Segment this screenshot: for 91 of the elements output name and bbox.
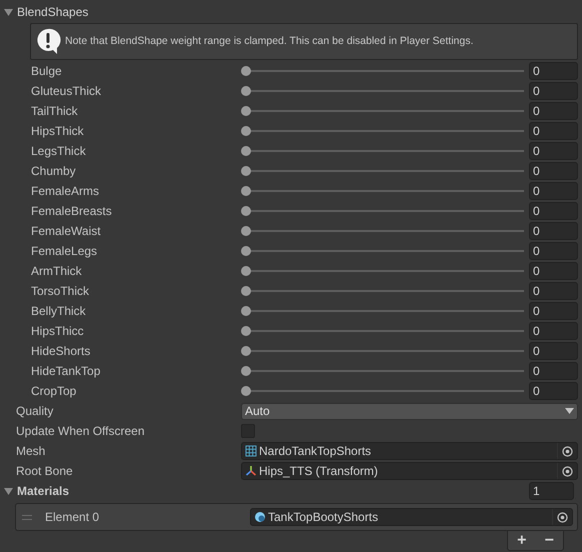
slider-thumb[interactable] bbox=[241, 326, 251, 336]
object-field[interactable]: NardoTankTopShorts bbox=[241, 442, 578, 460]
remove-button[interactable]: − bbox=[539, 532, 560, 550]
field-label: GluteusThick bbox=[30, 83, 102, 100]
field-label: FemaleBreasts bbox=[30, 203, 113, 220]
number-field[interactable]: 0 bbox=[529, 102, 578, 120]
number-field[interactable]: 0 bbox=[529, 302, 578, 320]
foldout-arrow-icon[interactable] bbox=[4, 8, 13, 16]
field-label: TailThick bbox=[30, 103, 79, 120]
number-field[interactable]: 0 bbox=[529, 342, 578, 360]
field-label: Mesh bbox=[15, 443, 46, 460]
help-message: Note that BlendShape weight range is clamped. This can be disabled in Player Settings. bbox=[65, 34, 474, 49]
field-label: Bulge bbox=[30, 63, 63, 80]
field-label: Element 0 bbox=[45, 509, 100, 526]
field-label: ArmThick bbox=[30, 263, 83, 280]
slider[interactable] bbox=[241, 266, 524, 276]
number-field[interactable]: 0 bbox=[529, 322, 578, 340]
field-label: CropTop bbox=[30, 383, 78, 400]
slider[interactable] bbox=[241, 246, 524, 256]
field-label: Update When Offscreen bbox=[15, 423, 146, 440]
foldout-arrow-icon[interactable] bbox=[4, 486, 13, 496]
number-field[interactable]: 0 bbox=[529, 282, 578, 300]
slider[interactable] bbox=[241, 386, 524, 396]
field-label: HipsThick bbox=[30, 123, 85, 140]
slider-thumb[interactable] bbox=[241, 166, 251, 176]
field-label: FemaleWaist bbox=[30, 223, 102, 240]
slider-thumb[interactable] bbox=[241, 346, 251, 356]
number-field[interactable]: 0 bbox=[529, 122, 578, 140]
field-label: BellyThick bbox=[30, 303, 87, 320]
slider-thumb[interactable] bbox=[241, 286, 251, 296]
slider-thumb[interactable] bbox=[241, 66, 251, 76]
slider[interactable] bbox=[241, 166, 524, 176]
number-field[interactable]: 0 bbox=[529, 362, 578, 380]
slider[interactable] bbox=[241, 366, 524, 376]
number-field[interactable]: 0 bbox=[529, 222, 578, 240]
slider[interactable] bbox=[241, 186, 524, 196]
field-label: Chumby bbox=[30, 163, 77, 180]
field-label: Root Bone bbox=[15, 463, 74, 480]
slider-thumb[interactable] bbox=[241, 386, 251, 396]
slider-thumb[interactable] bbox=[241, 226, 251, 236]
quality-dropdown[interactable]: Auto bbox=[241, 402, 578, 420]
number-field[interactable]: 0 bbox=[529, 382, 578, 400]
field-label: FemaleLegs bbox=[30, 243, 98, 260]
slider-thumb[interactable] bbox=[241, 106, 251, 116]
slider[interactable] bbox=[241, 346, 524, 356]
field-label: FemaleArms bbox=[30, 183, 100, 200]
slider[interactable] bbox=[241, 306, 524, 316]
number-field[interactable]: 0 bbox=[529, 182, 578, 200]
slider-thumb[interactable] bbox=[241, 366, 251, 376]
number-field[interactable]: 0 bbox=[529, 62, 578, 80]
dropdown-caret-icon bbox=[565, 408, 574, 414]
field-label: LegsThick bbox=[30, 143, 87, 160]
slider[interactable] bbox=[241, 326, 524, 336]
slider[interactable] bbox=[241, 206, 524, 216]
slider[interactable] bbox=[241, 66, 524, 76]
number-field[interactable]: 0 bbox=[529, 242, 578, 260]
slider[interactable] bbox=[241, 106, 524, 116]
field-label: HipsThicc bbox=[30, 323, 85, 340]
number-field[interactable]: 0 bbox=[529, 262, 578, 280]
number-field[interactable]: 0 bbox=[529, 142, 578, 160]
slider-thumb[interactable] bbox=[241, 266, 251, 276]
add-button[interactable]: + bbox=[512, 532, 532, 550]
slider-thumb[interactable] bbox=[241, 126, 251, 136]
slider-thumb[interactable] bbox=[241, 86, 251, 96]
slider-thumb[interactable] bbox=[241, 306, 251, 316]
slider-thumb[interactable] bbox=[241, 146, 251, 156]
field-label: TorsoThick bbox=[30, 283, 90, 300]
object-field[interactable]: Hips_TTS (Transform) bbox=[241, 462, 578, 480]
axes-icon bbox=[245, 465, 257, 477]
slider-thumb[interactable] bbox=[241, 206, 251, 216]
slider[interactable] bbox=[241, 286, 524, 296]
drag-handle-icon[interactable] bbox=[22, 514, 32, 520]
slider[interactable] bbox=[241, 146, 524, 156]
slider-thumb[interactable] bbox=[241, 186, 251, 196]
sphere-icon bbox=[254, 511, 266, 523]
field-label: HideTankTop bbox=[30, 363, 102, 380]
warning-icon bbox=[36, 28, 61, 56]
grid-icon bbox=[245, 445, 257, 457]
field-label: Quality bbox=[15, 403, 54, 420]
section-title: Materials bbox=[17, 483, 70, 500]
number-field[interactable]: 0 bbox=[529, 202, 578, 220]
object-field[interactable]: TankTopBootyShorts bbox=[250, 508, 573, 526]
array-size-field[interactable]: 1 bbox=[529, 482, 574, 500]
slider[interactable] bbox=[241, 86, 524, 96]
slider[interactable] bbox=[241, 126, 524, 136]
slider-thumb[interactable] bbox=[241, 246, 251, 256]
number-field[interactable]: 0 bbox=[529, 82, 578, 100]
section-title: BlendShapes bbox=[17, 4, 88, 21]
slider[interactable] bbox=[241, 226, 524, 236]
number-field[interactable]: 0 bbox=[529, 162, 578, 180]
field-label: HideShorts bbox=[30, 343, 92, 360]
